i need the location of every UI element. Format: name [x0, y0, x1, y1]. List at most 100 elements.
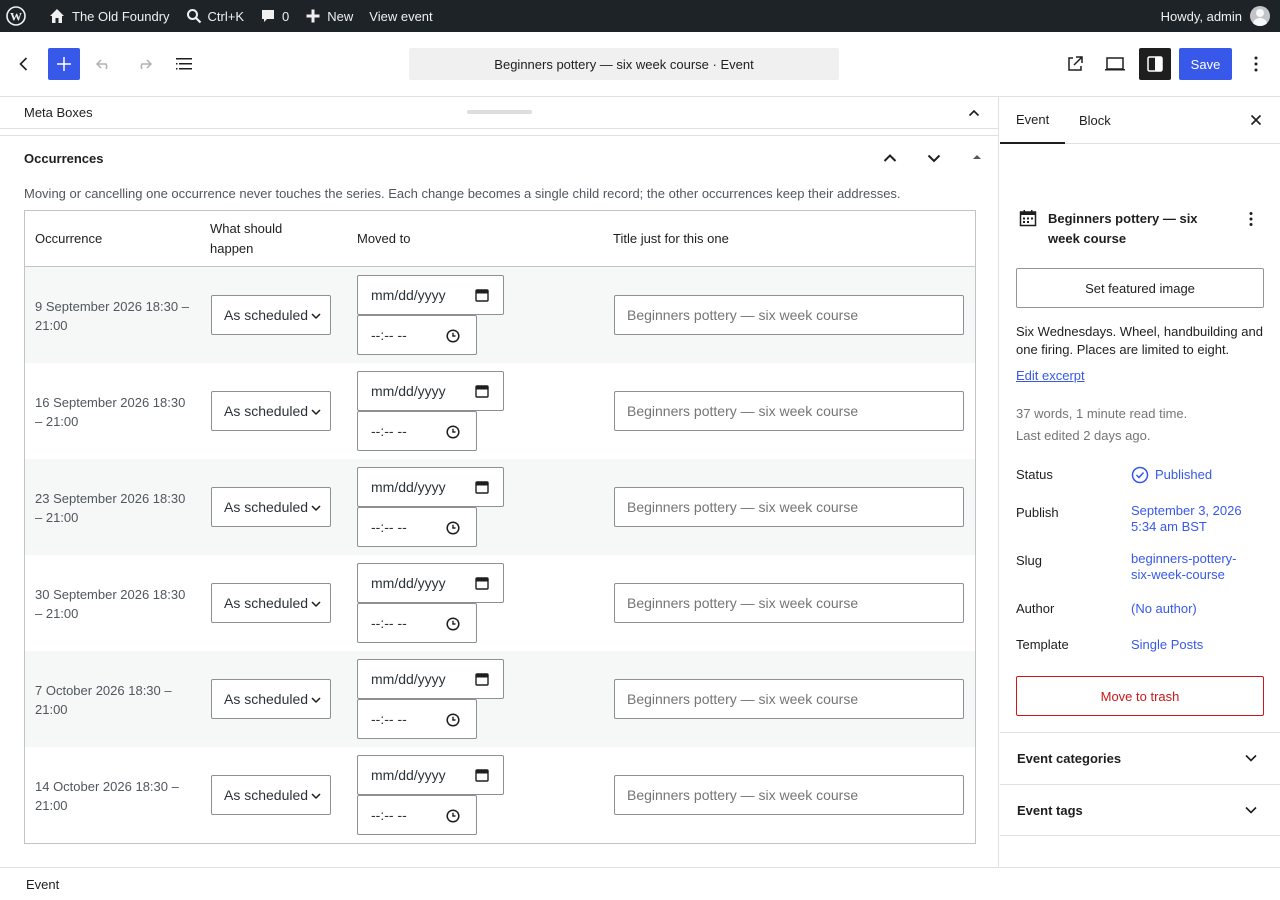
status-value: Published [1155, 467, 1213, 482]
settings-toggle-button[interactable] [1139, 48, 1171, 80]
action-select[interactable]: As scheduled [211, 295, 331, 335]
edit-excerpt-link[interactable]: Edit excerpt [1016, 368, 1085, 383]
table-row: 14 October 2026 18:30 – 21:00 As schedule… [25, 747, 975, 843]
redo-button[interactable] [128, 48, 160, 80]
external-link-icon [1068, 56, 1083, 71]
meta-boxes-header[interactable]: Meta Boxes [0, 97, 998, 129]
moved-to-date-input[interactable]: mm/dd/yyyy [357, 659, 504, 699]
occurrence-title-input[interactable]: Beginners pottery — six week course [614, 487, 964, 527]
toggle-panel-button[interactable] [971, 152, 983, 162]
resize-handle[interactable] [467, 110, 532, 114]
occurrence-date: 7 October 2026 18:30 – 21:00 [35, 683, 172, 717]
moved-to-time-input[interactable]: --:-- -- [357, 795, 477, 835]
site-name-link[interactable]: The Old Foundry [40, 0, 178, 32]
more-vertical-icon [1254, 56, 1258, 72]
move-down-button[interactable] [924, 148, 944, 168]
wordpress-logo-icon[interactable]: W [0, 0, 40, 32]
action-select[interactable]: As scheduled [211, 583, 331, 623]
svg-text:W: W [10, 10, 22, 24]
admin-bar: W The Old Foundry Ctrl+K 0 New View even… [0, 0, 1280, 32]
new-content-link[interactable]: New [297, 0, 361, 32]
undo-button[interactable] [88, 48, 120, 80]
occurrences-panel: Occurrences Moving or cancelling one occ… [0, 135, 999, 844]
slug-value[interactable]: beginners-pottery-six-week-course [1131, 551, 1246, 583]
occurrence-date: 30 September 2026 18:30 – 21:00 [35, 587, 186, 621]
save-button[interactable]: Save [1179, 48, 1232, 80]
options-menu-button[interactable] [1240, 48, 1272, 80]
plus-icon [57, 57, 71, 71]
block-inserter-button[interactable] [48, 48, 80, 80]
moved-to-time-input[interactable]: --:-- -- [357, 411, 477, 451]
column-header-occurrence: Occurrence [35, 231, 103, 246]
view-event-label: View event [369, 8, 433, 24]
document-title-bar[interactable]: Beginners pottery — six week course · Ev… [409, 48, 839, 80]
breadcrumb-item[interactable]: Event [26, 877, 59, 892]
moved-to-time-input[interactable]: --:-- -- [357, 315, 477, 355]
set-featured-image-button[interactable]: Set featured image [1016, 268, 1264, 308]
occurrence-title-input[interactable]: Beginners pottery — six week course [614, 679, 964, 719]
occurrence-title-input[interactable]: Beginners pottery — six week course [614, 295, 964, 335]
occurrence-date: 16 September 2026 18:30 – 21:00 [35, 395, 186, 429]
moved-to-date-input[interactable]: mm/dd/yyyy [357, 371, 504, 411]
desktop-icon [1105, 57, 1125, 71]
action-select[interactable]: As scheduled [211, 391, 331, 431]
meta-boxes-collapse-button[interactable] [966, 105, 982, 121]
avatar [1250, 6, 1270, 26]
template-label: Template [1016, 637, 1069, 652]
settings-sidebar: Event Block Beginners pottery — six week… [1000, 97, 1280, 867]
move-up-button[interactable] [880, 148, 900, 168]
template-value[interactable]: Single Posts [1131, 637, 1203, 653]
site-name: The Old Foundry [72, 8, 170, 24]
moved-to-time-input[interactable]: --:-- -- [357, 603, 477, 643]
moved-to-time-input[interactable]: --:-- -- [357, 699, 477, 739]
move-to-trash-button[interactable]: Move to trash [1016, 676, 1264, 716]
post-actions-button[interactable] [1242, 210, 1260, 228]
back-button[interactable] [8, 48, 40, 80]
meta-boxes-title: Meta Boxes [24, 105, 93, 120]
action-select[interactable]: As scheduled [211, 679, 331, 719]
caret-up-icon [973, 155, 981, 159]
table-row: 30 September 2026 18:30 – 21:00 As schedu… [25, 555, 975, 651]
column-header-moved-to: Moved to [357, 231, 411, 246]
event-categories-panel[interactable]: Event categories [1000, 732, 1280, 784]
command-search[interactable]: Ctrl+K [178, 0, 252, 32]
tab-event[interactable]: Event [1000, 97, 1066, 144]
clock-icon [446, 617, 460, 631]
time-placeholder: --:-- -- [371, 711, 407, 727]
moved-to-date-input[interactable]: mm/dd/yyyy [357, 563, 504, 603]
greeting: Howdy, admin [1160, 8, 1242, 24]
calendar-icon [475, 673, 489, 686]
moved-to-date-input[interactable]: mm/dd/yyyy [357, 275, 504, 315]
footer-breadcrumb: Event [0, 867, 1280, 900]
tab-block[interactable]: Block [1063, 97, 1127, 144]
account-menu[interactable]: Howdy, admin [1153, 0, 1280, 32]
editor-main: Meta Boxes Occurrences Moving or cancell… [0, 97, 999, 867]
title-placeholder: Beginners pottery — six week course [627, 307, 859, 323]
publish-date[interactable]: September 3, 2026 5:34 am BST [1131, 503, 1243, 535]
moved-to-time-input[interactable]: --:-- -- [357, 507, 477, 547]
occurrence-title-input[interactable]: Beginners pottery — six week course [614, 775, 964, 815]
status-value-button[interactable]: Published [1131, 466, 1212, 484]
comments-link[interactable]: 0 [252, 0, 297, 32]
occurrence-title-input[interactable]: Beginners pottery — six week course [614, 583, 964, 623]
author-value[interactable]: (No author) [1131, 601, 1197, 617]
preview-device-button[interactable] [1099, 48, 1131, 80]
view-post-button[interactable] [1059, 48, 1091, 80]
action-select[interactable]: As scheduled [211, 487, 331, 527]
time-placeholder: --:-- -- [371, 615, 407, 631]
table-row: 7 October 2026 18:30 – 21:00 As scheduled… [25, 651, 975, 747]
action-select-value: As scheduled [224, 307, 309, 323]
document-title: Beginners pottery — six week course · Ev… [494, 56, 754, 72]
close-sidebar-button[interactable] [1248, 112, 1264, 128]
occurrence-date: 23 September 2026 18:30 – 21:00 [35, 491, 186, 525]
author-label: Author [1016, 601, 1055, 616]
occurrence-title-input[interactable]: Beginners pottery — six week course [614, 391, 964, 431]
search-icon [186, 9, 201, 24]
moved-to-date-input[interactable]: mm/dd/yyyy [357, 467, 504, 507]
event-tags-panel[interactable]: Event tags [1000, 784, 1280, 836]
moved-to-date-input[interactable]: mm/dd/yyyy [357, 755, 504, 795]
view-event-link[interactable]: View event [361, 0, 440, 32]
undo-icon [95, 59, 108, 70]
document-overview-button[interactable] [168, 48, 200, 80]
action-select[interactable]: As scheduled [211, 775, 331, 815]
